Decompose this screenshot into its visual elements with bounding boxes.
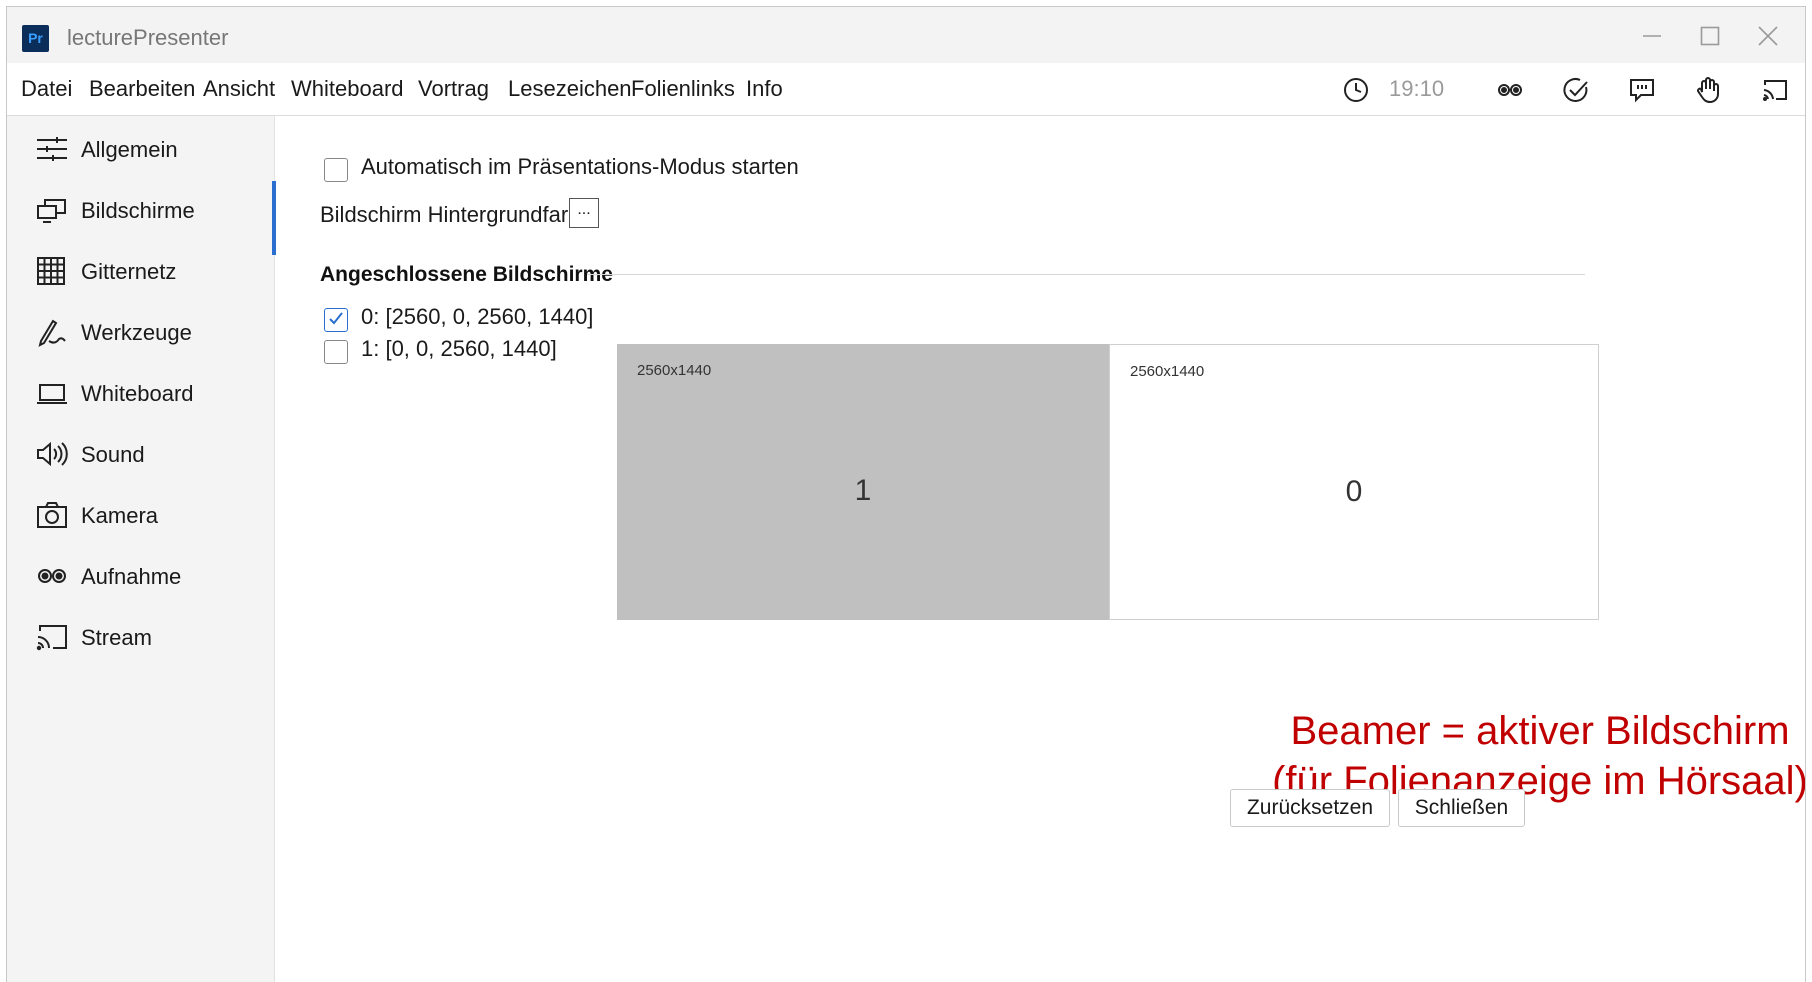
maximize-button[interactable] [1677, 17, 1743, 55]
sidebar-item-aufnahme[interactable]: Aufnahme [7, 547, 275, 607]
checkmark-icon [329, 312, 343, 325]
sidebar-item-whiteboard[interactable]: Whiteboard [7, 364, 275, 424]
menu-vortrag[interactable]: Vortrag [418, 76, 489, 102]
settings-sidebar: Allgemein Bildschirme Gitternetz Werkzeu… [7, 116, 276, 982]
sidebar-item-gitternetz[interactable]: Gitternetz [7, 242, 275, 302]
minimize-button[interactable] [1619, 17, 1685, 55]
camera-icon [35, 500, 69, 530]
recording-icon [35, 561, 69, 591]
app-window: Pr lecturePresenter Datei Bearbeiten Ans… [6, 6, 1806, 982]
section-divider [587, 274, 1585, 275]
sidebar-item-label: Whiteboard [81, 381, 194, 406]
title-bar: Pr lecturePresenter [7, 7, 1805, 63]
reset-button[interactable]: Zurücksetzen [1230, 789, 1390, 827]
grid-icon [35, 256, 69, 286]
sidebar-item-label: Kamera [81, 503, 159, 528]
speaker-icon [35, 439, 69, 469]
sliders-icon [35, 134, 69, 164]
stream-icon[interactable] [1760, 75, 1790, 105]
cast-icon [35, 622, 69, 652]
sidebar-item-label: Sound [81, 442, 145, 467]
sidebar-item-bildschirme[interactable]: Bildschirme [7, 181, 276, 255]
app-icon: Pr [22, 25, 49, 52]
screen-preview-0[interactable]: 2560x1440 0 [1109, 344, 1599, 620]
window-title: lecturePresenter [67, 25, 229, 50]
screen-1-label: 1: [0, 0, 2560, 1440] [361, 336, 557, 361]
screen-0-checkbox[interactable] [324, 308, 348, 332]
close-button[interactable]: Schließen [1398, 789, 1525, 827]
screen-0-label: 0: [2560, 0, 2560, 1440] [361, 304, 594, 329]
settings-content: Automatisch im Präsentations-Modus start… [275, 116, 1805, 982]
hand-icon[interactable] [1693, 75, 1723, 105]
minimize-icon [1643, 35, 1661, 37]
sidebar-item-label: Allgemein [81, 137, 178, 162]
sidebar-item-label: Bildschirme [81, 198, 195, 223]
menu-bearbeiten[interactable]: Bearbeiten [89, 76, 195, 102]
menu-bar: Datei Bearbeiten Ansicht Whiteboard Vort… [7, 63, 1805, 116]
close-window-button[interactable] [1735, 17, 1801, 55]
recording-icon[interactable] [1495, 75, 1525, 105]
sidebar-item-stream[interactable]: Stream [7, 608, 275, 668]
menu-whiteboard[interactable]: Whiteboard [291, 76, 404, 102]
chat-icon[interactable] [1627, 75, 1657, 105]
menu-datei[interactable]: Datei [21, 76, 72, 102]
screen-resolution: 2560x1440 [637, 362, 712, 379]
monitors-icon [35, 195, 69, 225]
sidebar-item-werkzeuge[interactable]: Werkzeuge [7, 303, 275, 363]
sidebar-item-label: Aufnahme [81, 564, 182, 589]
check-icon[interactable] [1561, 75, 1591, 105]
screen-number: 0 [1345, 475, 1363, 508]
section-title-screens: Angeschlossene Bildschirme [320, 263, 613, 286]
sidebar-item-label: Gitternetz [81, 259, 177, 284]
sidebar-item-label: Stream [81, 625, 152, 650]
laptop-icon [35, 378, 69, 408]
maximize-icon [1700, 26, 1720, 46]
clock-icon [1341, 75, 1371, 105]
menu-lesezeichen[interactable]: Lesezeichen [508, 76, 632, 102]
clock-time: 19:10 [1389, 76, 1445, 101]
sidebar-item-label: Werkzeuge [81, 320, 192, 345]
screen-resolution: 2560x1440 [1130, 363, 1205, 380]
sidebar-item-sound[interactable]: Sound [7, 425, 275, 485]
pen-icon [35, 317, 69, 347]
auto-start-label: Automatisch im Präsentations-Modus start… [361, 154, 799, 179]
close-icon [1758, 26, 1778, 46]
menu-folienlinks[interactable]: Folienlinks [631, 76, 735, 102]
screen-number: 1 [854, 474, 872, 507]
screen-1-checkbox[interactable] [324, 340, 348, 364]
bg-color-label: Bildschirm Hintergrundfarbe [320, 202, 593, 227]
sidebar-item-kamera[interactable]: Kamera [7, 486, 275, 546]
menu-info[interactable]: Info [746, 76, 783, 102]
annotation-line-1: Beamer = aktiver Bildschirm [1290, 709, 1790, 753]
bg-color-button[interactable]: ... [569, 198, 599, 228]
sidebar-item-allgemein[interactable]: Allgemein [7, 120, 275, 180]
auto-start-checkbox[interactable] [324, 158, 348, 182]
menu-ansicht[interactable]: Ansicht [203, 76, 275, 102]
screen-preview-1[interactable]: 2560x1440 1 [617, 344, 1109, 620]
